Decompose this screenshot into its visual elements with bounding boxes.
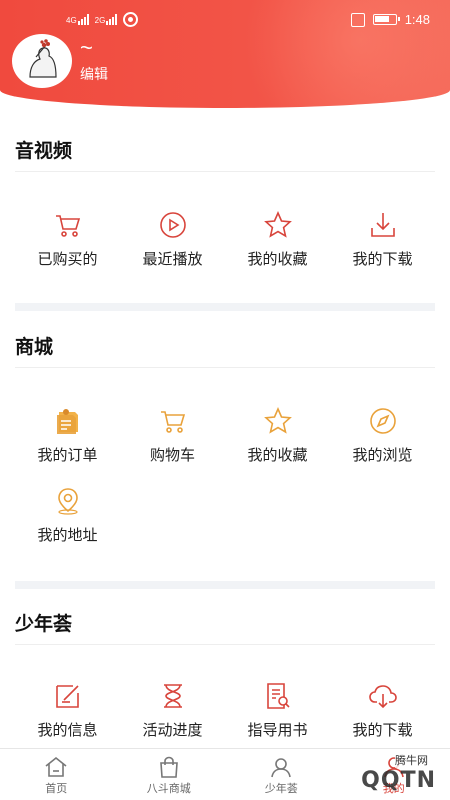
section-audio-video: 音视频 已购买的 最近播放 我的收藏 我的下载 [15,136,435,282]
nav-label: 少年荟 [264,783,298,795]
star-icon [263,407,292,434]
item-label: 我的信息 [37,722,98,739]
profile-header: 4G 2G 1:48 ~ 编辑 [0,0,450,108]
nav-label: 首页 [45,783,68,795]
edit-icon [55,685,79,708]
av-favorite-item[interactable]: 我的收藏 [225,202,330,282]
av-grid: 已购买的 最近播放 我的收藏 我的下载 [15,202,435,282]
sim1-label: 4G [66,16,77,25]
cart-icon [160,411,185,433]
status-right: 1:48 [350,12,430,27]
youth-icon [271,758,292,778]
star-icon [263,211,292,238]
item-label: 我的下载 [352,722,413,739]
mall-cart-item[interactable]: 购物车 [120,398,225,478]
status-left: 4G 2G [66,12,139,27]
mall-address-item[interactable]: 我的地址 [15,478,120,558]
nav-label: 八斗商城 [146,783,191,795]
signal-icon-1: 4G [66,14,89,25]
item-label: 活动进度 [142,722,203,739]
youth-progress-item[interactable]: 活动进度 [120,673,225,753]
download-icon [370,213,395,237]
watermark-site-name: 腾牛网 [395,752,428,768]
youth-guide-book-item[interactable]: 指导用书 [225,673,330,753]
home-icon [45,756,67,777]
section-line [15,171,435,172]
eye-comfort-icon [123,12,139,27]
item-label: 指导用书 [247,722,308,739]
item-label: 我的订单 [37,447,98,464]
avatar-illustration-icon [20,39,64,83]
nav-youth[interactable]: 少年荟 [225,749,338,800]
watermark-logo: QQTN [361,768,436,793]
book-icon [266,683,290,709]
av-purchased-item[interactable]: 已购买的 [15,202,120,282]
item-label: 我的浏览 [352,447,413,464]
hourglass-icon [163,684,182,708]
bag-icon [159,756,178,778]
youth-download-item[interactable]: 我的下载 [330,673,435,753]
av-recent-item[interactable]: 最近播放 [120,202,225,282]
sim2-label: 2G [94,16,106,25]
item-label: 已购买的 [37,251,98,268]
location-icon [57,488,78,515]
nickname: ~ [80,35,93,60]
cart-icon [55,215,80,237]
compass-icon [369,408,396,434]
avatar[interactable] [12,34,72,88]
section-youth: 少年荟 我的信息 活动进度 指导用书 我的下载 [15,609,435,753]
section-title: 少年荟 [15,614,73,635]
section-line [15,367,435,368]
order-icon [56,409,78,434]
play-icon [159,212,186,238]
av-download-item[interactable]: 我的下载 [330,202,435,282]
item-label: 我的收藏 [247,251,308,268]
item-label: 我的地址 [37,527,98,544]
status-time: 1:48 [404,12,430,27]
item-label: 我的下载 [352,251,413,268]
youth-info-item[interactable]: 我的信息 [15,673,120,753]
section-title: 商城 [15,337,54,358]
status-bar: 4G 2G 1:48 [0,0,450,40]
item-label: 最近播放 [142,251,203,268]
edit-profile-link[interactable]: 编辑 [80,64,108,84]
section-title: 音视频 [15,141,73,162]
battery-icon [372,14,400,25]
section-mall: 商城 我的订单 购物车 我的收藏 我的浏览 我的地址 [15,332,435,558]
mall-grid: 我的订单 购物车 我的收藏 我的浏览 我的地址 [15,398,435,558]
section-divider [15,303,435,311]
item-label: 购物车 [149,447,195,464]
mall-order-item[interactable]: 我的订单 [15,398,120,478]
nav-home[interactable]: 首页 [0,749,113,800]
cloud-download-icon [368,685,397,709]
section-line [15,644,435,645]
section-divider [15,581,435,589]
signal-icon-2: 2G [95,14,118,25]
item-label: 我的收藏 [247,447,308,464]
youth-grid: 我的信息 活动进度 指导用书 我的下载 [15,673,435,753]
mall-browse-item[interactable]: 我的浏览 [330,398,435,478]
nav-mall[interactable]: 八斗商城 [113,749,226,800]
vibrate-icon [350,12,365,27]
mall-favorite-item[interactable]: 我的收藏 [225,398,330,478]
